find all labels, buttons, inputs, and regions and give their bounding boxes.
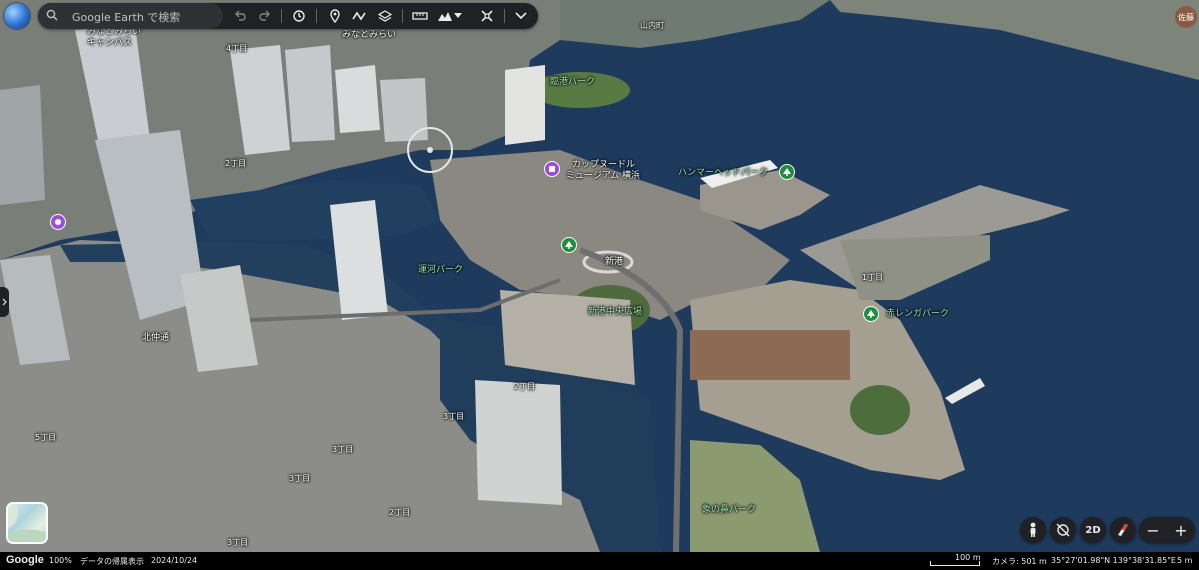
place-icon xyxy=(55,219,61,225)
layers-button[interactable] xyxy=(374,5,396,27)
label-chome-2-a: 2丁目 xyxy=(225,159,247,168)
elevation-icon xyxy=(438,12,452,21)
add-placemark-button[interactable] xyxy=(324,5,346,27)
pegman-button[interactable] xyxy=(1020,517,1046,543)
park-pin-shinko[interactable] xyxy=(562,238,576,252)
toolbar-divider xyxy=(316,9,317,23)
label-chome-3-d: 3丁目 xyxy=(227,538,249,547)
scale-bar xyxy=(930,561,980,566)
label-yamauchi-cho[interactable]: 山内町 xyxy=(640,21,664,31)
label-rinko-park[interactable]: 臨港パーク xyxy=(550,77,595,87)
history-button[interactable] xyxy=(288,5,310,27)
label-chome-2-c: 2丁目 xyxy=(389,508,411,517)
search-icon xyxy=(46,9,58,21)
minimap-thumbnail xyxy=(8,504,46,542)
label-chome-3-b: 3丁目 xyxy=(332,445,354,454)
undo-button[interactable] xyxy=(229,5,251,27)
compass-icon xyxy=(1118,524,1128,536)
label-shinko[interactable]: 新港 xyxy=(605,257,623,267)
draw-path-button[interactable] xyxy=(349,5,371,27)
label-chome-3-c: 3丁目 xyxy=(289,474,311,483)
user-avatar[interactable]: 佐藤 xyxy=(1175,6,1197,28)
label-kitanaka-dori[interactable]: 北仲通 xyxy=(142,333,169,343)
zoom-in-button[interactable]: + xyxy=(1167,517,1195,543)
zoom-percent: 100% xyxy=(49,556,72,565)
label-hammerhead-park[interactable]: ハンマーヘッドパーク xyxy=(678,168,768,178)
caret-down-icon xyxy=(454,13,462,18)
label-unga-park[interactable]: 運河パーク xyxy=(418,265,463,275)
redo-button[interactable] xyxy=(254,5,276,27)
compass-button[interactable] xyxy=(1110,517,1136,543)
label-chome-1: 1丁目 xyxy=(862,273,884,282)
data-attribution-link[interactable]: データの帰属表示 xyxy=(80,556,144,567)
label-zo-no-hana-park[interactable]: 象の鼻パーク xyxy=(702,505,756,515)
tools-button[interactable] xyxy=(476,5,498,27)
label-shinko-central-square[interactable]: 新港中央広場 xyxy=(588,307,642,317)
tree-icon xyxy=(783,168,791,176)
zoom-control: − + xyxy=(1139,517,1195,543)
path-icon xyxy=(352,11,366,21)
undo-icon xyxy=(235,10,246,21)
view-2d-button[interactable]: 2D xyxy=(1080,517,1106,543)
label-chome-5: 5丁目 xyxy=(35,433,57,442)
ground-elevation: 5 m xyxy=(1177,556,1193,565)
layers-icon xyxy=(378,10,392,22)
imagery-date: 2024/10/24 xyxy=(151,556,198,565)
toolbar-divider xyxy=(504,9,505,23)
label-minato-mirai-campus-2[interactable]: キャンパス xyxy=(87,38,132,48)
tree-icon xyxy=(867,310,875,318)
chevron-right-icon xyxy=(2,298,7,306)
tree-icon xyxy=(565,241,573,249)
pin-icon xyxy=(330,9,340,23)
aerial-map-view[interactable] xyxy=(0,0,1199,570)
label-cupnoodle-museum-1[interactable]: カップヌードル xyxy=(572,160,635,170)
label-cupnoodle-museum-2[interactable]: ミュージアム 横浜 xyxy=(566,171,640,181)
side-panel-toggle[interactable] xyxy=(0,287,9,317)
top-toolbar: Google Earth で検索 xyxy=(0,0,540,32)
cursor-coordinates[interactable]: 35°27'01.98"N 139°38'31.85"E xyxy=(1051,556,1176,565)
toolbar-divider xyxy=(402,9,403,23)
pegman-icon xyxy=(1030,522,1036,537)
toolbar-pill: Google Earth で検索 xyxy=(38,3,538,29)
museum-icon xyxy=(549,166,555,172)
label-chome-3-a: 3丁目 xyxy=(443,412,465,421)
tools-icon xyxy=(481,10,493,22)
place-pin-left[interactable] xyxy=(51,215,65,229)
toolbar-divider xyxy=(281,9,282,23)
tilt-reset-button[interactable] xyxy=(1050,517,1076,543)
label-chome-2-b: 2丁目 xyxy=(514,382,536,391)
elevation-menu-button[interactable] xyxy=(452,5,464,27)
google-logo: Google xyxy=(6,554,44,566)
google-earth-menu-button[interactable] xyxy=(4,3,30,29)
park-pin-red-brick[interactable] xyxy=(864,307,878,321)
ruler-icon xyxy=(412,12,428,20)
label-red-brick-park[interactable]: 赤レンガパーク xyxy=(886,309,949,319)
search-placeholder[interactable]: Google Earth で検索 xyxy=(72,9,180,25)
minimap-button[interactable] xyxy=(6,502,48,544)
camera-altitude: カメラ: 501 m xyxy=(992,557,1047,566)
measure-button[interactable] xyxy=(409,5,431,27)
search-box[interactable]: Google Earth で検索 xyxy=(38,3,223,29)
status-bar: Google 100% データの帰属表示 2024/10/24 カメラ: 501… xyxy=(0,552,1199,570)
expand-toolbar-button[interactable] xyxy=(510,5,532,27)
chevron-down-icon xyxy=(515,12,527,20)
tilt-off-icon xyxy=(1056,523,1070,537)
history-icon xyxy=(293,10,305,22)
zoom-out-button[interactable]: − xyxy=(1139,517,1167,543)
park-pin-hammerhead[interactable] xyxy=(780,165,794,179)
redo-icon xyxy=(259,10,270,21)
museum-pin[interactable] xyxy=(545,162,559,176)
label-chome-4: 4丁目 xyxy=(226,44,248,53)
